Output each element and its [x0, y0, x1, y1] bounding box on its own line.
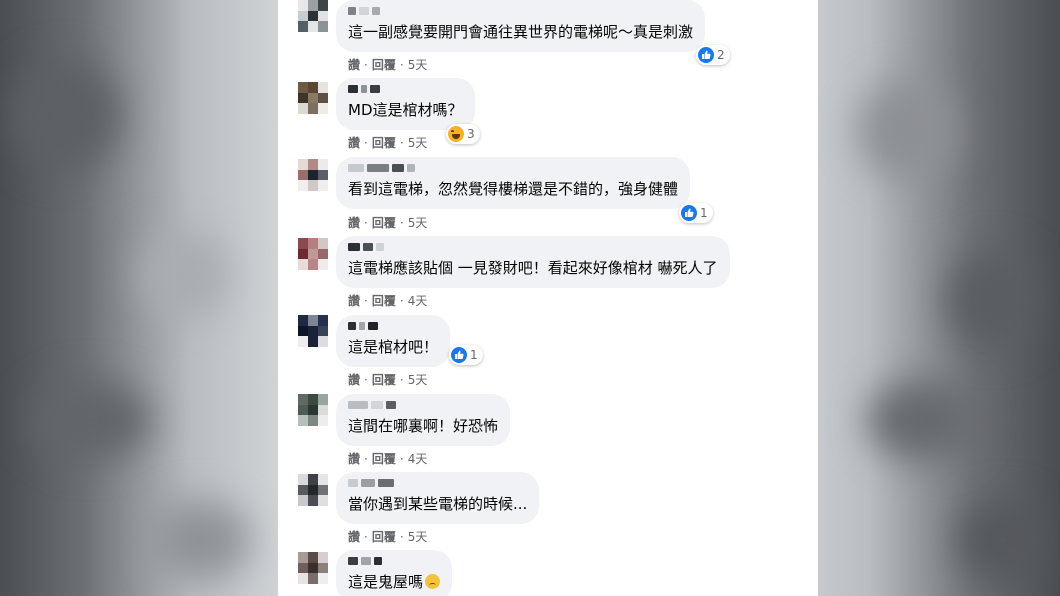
comment-bubble: MD這是棺材嗎？	[336, 78, 475, 130]
thumbs-up-icon	[451, 347, 467, 363]
timestamp[interactable]: 5天	[408, 136, 428, 150]
comment-actions: 讚 · 回覆 · 5天	[348, 528, 427, 545]
timestamp[interactable]: 5天	[408, 216, 428, 230]
separator: ·	[364, 136, 368, 150]
separator: ·	[364, 452, 368, 466]
reaction-count: 1	[700, 206, 708, 220]
thumbs-up-icon	[698, 47, 714, 63]
like-link[interactable]: 讚	[348, 136, 360, 150]
avatar[interactable]	[298, 159, 328, 191]
like-link[interactable]: 讚	[348, 294, 360, 308]
reaction-count: 2	[717, 48, 725, 62]
avatar[interactable]	[298, 238, 328, 270]
blurred-username[interactable]	[348, 401, 498, 411]
thumbs-up-icon	[681, 205, 697, 221]
avatar[interactable]	[298, 394, 328, 426]
blurred-username[interactable]	[348, 243, 718, 253]
like-link[interactable]: 讚	[348, 58, 360, 72]
comments-panel: 這一副感覺要開門會通往異世界的電梯呢～真是刺激 2 讚 · 回覆 · 5天 MD這是棺材…	[278, 0, 818, 596]
like-link[interactable]: 讚	[348, 216, 360, 230]
comment-bubble: 當你遇到某些電梯的時候...	[336, 472, 540, 524]
reply-link[interactable]: 回覆	[372, 136, 396, 150]
reply-link[interactable]: 回覆	[372, 216, 396, 230]
timestamp[interactable]: 5天	[408, 58, 428, 72]
like-link[interactable]: 讚	[348, 452, 360, 466]
blurred-username[interactable]	[348, 479, 527, 489]
avatar[interactable]	[298, 315, 328, 347]
separator: ·	[399, 373, 404, 387]
reply-link[interactable]: 回覆	[372, 294, 396, 308]
comment-bubble: 這是鬼屋嗎	[336, 550, 453, 596]
reaction-badge[interactable]: 1	[679, 203, 713, 223]
avatar[interactable]	[298, 474, 328, 506]
like-link[interactable]: 讚	[348, 373, 360, 387]
comment-actions: 讚 · 回覆 · 5天	[348, 134, 427, 151]
timestamp[interactable]: 4天	[408, 294, 428, 308]
reaction-count: 1	[470, 348, 478, 362]
blurred-username[interactable]	[348, 164, 678, 174]
avatar[interactable]	[298, 552, 328, 584]
comment-bubble: 這間在哪裏啊！好恐怖	[336, 394, 511, 446]
separator: ·	[364, 373, 368, 387]
reply-link[interactable]: 回覆	[372, 373, 396, 387]
separator: ·	[364, 530, 368, 544]
reaction-count: 3	[467, 127, 475, 141]
reaction-badge[interactable]: 3	[446, 124, 480, 144]
comment-bubble: 看到這電梯，忽然覺得樓梯還是不錯的，強身健體	[336, 157, 691, 209]
blurred-background-right	[818, 0, 1060, 596]
reply-link[interactable]: 回覆	[372, 58, 396, 72]
sad-face-emoji-icon	[425, 574, 441, 589]
haha-emoji-icon	[448, 126, 464, 142]
separator: ·	[399, 216, 404, 230]
reaction-badge[interactable]: 2	[696, 45, 730, 65]
blurred-username[interactable]	[348, 322, 438, 332]
separator: ·	[364, 58, 368, 72]
comment-text: 這是棺材吧！	[348, 338, 439, 356]
avatar[interactable]	[298, 82, 328, 114]
comment-bubble: 這一副感覺要開門會通往異世界的電梯呢～真是刺激	[336, 0, 706, 52]
comment-bubble: 這電梯應該貼個 一見發財吧！看起來好像棺材 嚇死人了	[336, 236, 730, 288]
comment-bubble: 這是棺材吧！	[336, 315, 451, 367]
reaction-badge[interactable]: 1	[449, 345, 483, 365]
comment-text: MD這是棺材嗎？	[348, 101, 463, 119]
avatar[interactable]	[298, 0, 328, 32]
separator: ·	[364, 216, 368, 230]
comment-actions: 讚 · 回覆 · 4天	[348, 292, 427, 309]
comment-text: 當你遇到某些電梯的時候...	[348, 495, 528, 513]
like-link[interactable]: 讚	[348, 530, 360, 544]
reply-link[interactable]: 回覆	[372, 530, 396, 544]
separator: ·	[399, 530, 404, 544]
separator: ·	[399, 58, 404, 72]
blurred-username[interactable]	[348, 85, 463, 95]
blurred-username[interactable]	[348, 7, 693, 17]
comment-text-content: 這是鬼屋嗎	[348, 573, 424, 591]
separator: ·	[399, 136, 404, 150]
separator: ·	[399, 452, 404, 466]
comment-actions: 讚 · 回覆 · 5天	[348, 56, 427, 73]
comment-text: 這電梯應該貼個 一見發財吧！看起來好像棺材 嚇死人了	[348, 259, 718, 277]
comment-text: 看到這電梯，忽然覺得樓梯還是不錯的，強身健體	[348, 180, 679, 198]
timestamp[interactable]: 4天	[408, 452, 428, 466]
timestamp[interactable]: 5天	[408, 373, 428, 387]
comment-actions: 讚 · 回覆 · 4天	[348, 450, 427, 467]
comment-text: 這是鬼屋嗎	[348, 573, 441, 591]
separator: ·	[399, 294, 404, 308]
comment-text: 這間在哪裏啊！好恐怖	[348, 417, 499, 435]
blurred-username[interactable]	[348, 557, 440, 567]
timestamp[interactable]: 5天	[408, 530, 428, 544]
comment-actions: 讚 · 回覆 · 5天	[348, 371, 427, 388]
separator: ·	[364, 294, 368, 308]
reply-link[interactable]: 回覆	[372, 452, 396, 466]
comment-text: 這一副感覺要開門會通往異世界的電梯呢～真是刺激	[348, 23, 694, 41]
comment-actions: 讚 · 回覆 · 5天	[348, 214, 427, 231]
blurred-background-left	[0, 0, 278, 596]
